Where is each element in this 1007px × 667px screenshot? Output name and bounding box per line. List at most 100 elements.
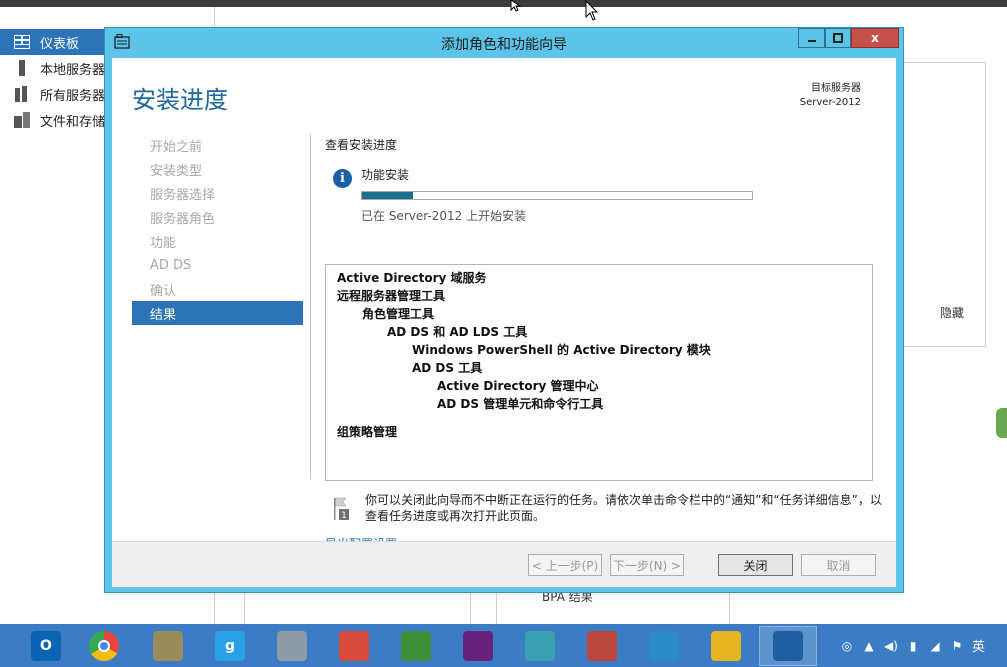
taskbar-app[interactable]: O — [17, 626, 75, 666]
step-server-roles: 服务器角色 — [150, 211, 216, 227]
dashboard-icon — [14, 34, 30, 50]
maximize-icon — [833, 33, 843, 43]
target-server-label: 目标服务器 — [811, 83, 861, 94]
divider — [310, 134, 311, 479]
show-hidden-icons-icon[interactable]: ▲ — [858, 635, 880, 657]
hide-link[interactable]: 隐藏 — [940, 304, 964, 321]
nav-item-local-server[interactable]: 本地服务器 — [0, 55, 110, 81]
baidu-input-icon: g — [215, 631, 245, 661]
result-item: 角色管理工具 — [362, 307, 435, 321]
nav-item-dashboard[interactable]: 仪表板 — [0, 29, 110, 55]
divider — [470, 593, 471, 624]
close-icon: x — [871, 31, 879, 45]
notepad-icon — [525, 631, 555, 661]
maximize-button[interactable] — [825, 28, 851, 48]
taskbar-app[interactable] — [759, 626, 817, 666]
info-note: 你可以关闭此向导而不中断正在运行的任务。请依次单击命令栏中的“通知”和“任务详细… — [365, 493, 882, 523]
taskbar-app[interactable] — [263, 626, 321, 666]
page-title: 安装进度 — [132, 86, 228, 114]
step-results[interactable]: 结果 — [132, 301, 303, 325]
section-title: 查看安装进度 — [325, 138, 398, 152]
taskbar-app[interactable]: g — [201, 626, 259, 666]
battery-icon[interactable]: ▮ — [902, 635, 924, 657]
result-item: Active Directory 域服务 — [337, 271, 487, 285]
action-center-flag-icon[interactable]: ⚑ — [946, 635, 968, 657]
outlook-icon: O — [31, 631, 61, 661]
file-storage-icon — [14, 112, 30, 128]
server-manager-top-bar — [0, 0, 1007, 7]
previous-button[interactable]: < 上一步(P) — [528, 554, 602, 576]
volume-icon[interactable]: ◀) — [880, 635, 902, 657]
system-tray: ◎ ▲ ◀) ▮ ◢ ⚑ 英 — [836, 624, 1007, 667]
taskbar-app[interactable] — [511, 626, 569, 666]
notification-flag-icon: 1 — [334, 497, 349, 521]
result-spacer — [326, 413, 872, 423]
taskbar: Og ◎ ▲ ◀) ▮ ◢ ⚑ 英 — [0, 624, 1007, 667]
ime-indicator[interactable]: 英 — [972, 636, 985, 655]
file-cabinet-icon — [153, 631, 183, 661]
calculator-icon — [277, 631, 307, 661]
divider — [214, 593, 215, 624]
taskbar-app[interactable] — [573, 626, 631, 666]
divider — [729, 593, 730, 624]
minimize-icon — [807, 40, 816, 42]
progress-status: 已在 Server-2012 上开始安装 — [361, 209, 527, 223]
wizard-footer: < 上一步(P) 下一步(N) > 关闭 取消 — [112, 541, 896, 587]
taskbar-app[interactable] — [325, 626, 383, 666]
mouse-cursor-icon — [510, 0, 522, 12]
all-servers-icon — [14, 86, 30, 102]
step-server-selection: 服务器选择 — [150, 187, 216, 203]
result-item: Windows PowerShell 的 Active Directory 模块 — [412, 343, 711, 357]
minimize-button[interactable] — [798, 28, 825, 48]
taskbar-app[interactable] — [697, 626, 755, 666]
result-item: AD DS 工具 — [412, 361, 483, 375]
taskbar-app[interactable] — [139, 626, 197, 666]
taskbar-app[interactable] — [75, 626, 133, 666]
nav-item-label: 本地服务器 — [40, 62, 106, 78]
divider — [214, 7, 215, 29]
nav-item-file-storage[interactable]: 文件和存储服务 — [0, 107, 110, 133]
step-installation-type: 安装类型 — [150, 163, 203, 179]
app-tray-icon[interactable]: ◎ — [836, 635, 858, 657]
result-item: 组策略管理 — [337, 425, 398, 439]
close-window-button[interactable]: x — [851, 28, 899, 48]
taskbar-app[interactable] — [449, 626, 507, 666]
taskbar-app[interactable] — [387, 626, 445, 666]
divider — [244, 593, 245, 624]
result-item: 远程服务器管理工具 — [337, 289, 446, 303]
step-features: 功能 — [150, 235, 177, 251]
taskbar-app[interactable] — [635, 626, 693, 666]
snipping-tool-icon — [339, 631, 369, 661]
wizard-steps: 开始之前 安装类型 服务器选择 服务器角色 功能 AD DS 确认 结果 — [132, 133, 303, 325]
cancel-button[interactable]: 取消 — [801, 554, 876, 576]
podcast-icon — [649, 631, 679, 661]
nav-item-label: 仪表板 — [40, 36, 80, 52]
result-item: AD DS 管理单元和命令行工具 — [437, 397, 604, 411]
close-button[interactable]: 关闭 — [718, 554, 793, 576]
local-server-icon — [14, 60, 30, 76]
spreadsheet-icon — [587, 631, 617, 661]
chrome-icon — [89, 631, 119, 661]
notification-count: 1 — [341, 511, 347, 521]
side-app-icon[interactable] — [996, 408, 1007, 438]
result-item: Active Directory 管理中心 — [437, 379, 599, 393]
nav-item-all-servers[interactable]: 所有服务器 — [0, 81, 110, 107]
network-icon[interactable]: ◢ — [924, 635, 946, 657]
server-manager-nav: 仪表板 本地服务器 所有服务器 文件和存储服务 — [0, 29, 110, 133]
window-title: 添加角色和功能向导 — [441, 37, 567, 53]
nav-item-label: 文件和存储服务 — [40, 114, 110, 130]
messenger-icon — [711, 631, 741, 661]
step-ad-ds: AD DS — [150, 257, 192, 273]
progress-fill — [362, 192, 413, 199]
results-list[interactable]: Active Directory 域服务 远程服务器管理工具角色管理工具 AD DS… — [325, 264, 873, 481]
next-button[interactable]: 下一步(N) > — [610, 554, 684, 576]
step-before-you-begin: 开始之前 — [150, 139, 203, 155]
visual-studio-icon — [463, 631, 493, 661]
step-confirmation: 确认 — [150, 283, 177, 299]
title-bar[interactable]: 添加角色和功能向导 x — [105, 28, 903, 58]
virtualbox-icon — [773, 631, 803, 661]
nav-item-label: 所有服务器 — [40, 88, 106, 104]
divider — [496, 593, 497, 624]
add-roles-features-wizard: 添加角色和功能向导 x 安装进度 目标服务器 Server-2012 开始之前 … — [104, 27, 904, 593]
target-server: 目标服务器 Server-2012 — [800, 82, 861, 110]
